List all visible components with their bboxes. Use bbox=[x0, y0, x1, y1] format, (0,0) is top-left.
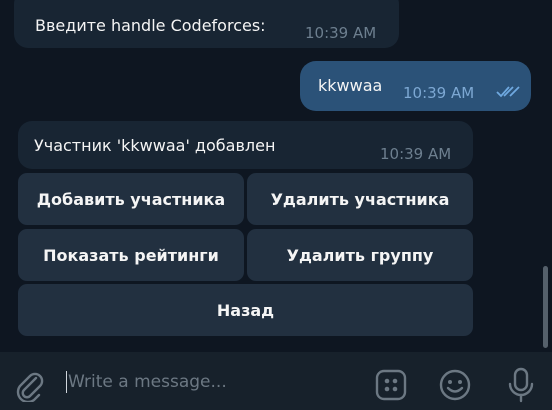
double-check-icon bbox=[496, 86, 520, 98]
chat-scrollbar[interactable] bbox=[543, 266, 548, 348]
back-button[interactable]: Назад bbox=[18, 284, 473, 336]
paperclip-icon[interactable] bbox=[12, 368, 46, 402]
message-text: Участник 'kkwwaa' добавлен bbox=[34, 136, 276, 155]
message-time: 10:39 AM bbox=[403, 84, 475, 102]
microphone-icon[interactable] bbox=[506, 366, 536, 404]
message-time: 10:39 AM bbox=[380, 145, 452, 163]
message-text: kkwwaa bbox=[318, 76, 383, 95]
chat-area: Введите handle Codeforces: 10:39 AM kkww… bbox=[0, 0, 552, 352]
message-input-placeholder: Write a message... bbox=[68, 372, 227, 392]
message-time: 10:39 AM bbox=[305, 24, 377, 42]
delete-group-button[interactable]: Удалить группу bbox=[247, 229, 473, 281]
show-ratings-button[interactable]: Показать рейтинги bbox=[18, 229, 244, 281]
message-text: Введите handle Codeforces: bbox=[35, 16, 266, 35]
command-menu-icon[interactable] bbox=[374, 368, 408, 402]
add-member-button[interactable]: Добавить участника bbox=[18, 173, 244, 225]
message-input[interactable]: Write a message... bbox=[66, 368, 356, 396]
text-cursor bbox=[66, 371, 67, 393]
emoji-icon[interactable] bbox=[438, 368, 472, 402]
remove-member-button[interactable]: Удалить участника bbox=[247, 173, 473, 225]
